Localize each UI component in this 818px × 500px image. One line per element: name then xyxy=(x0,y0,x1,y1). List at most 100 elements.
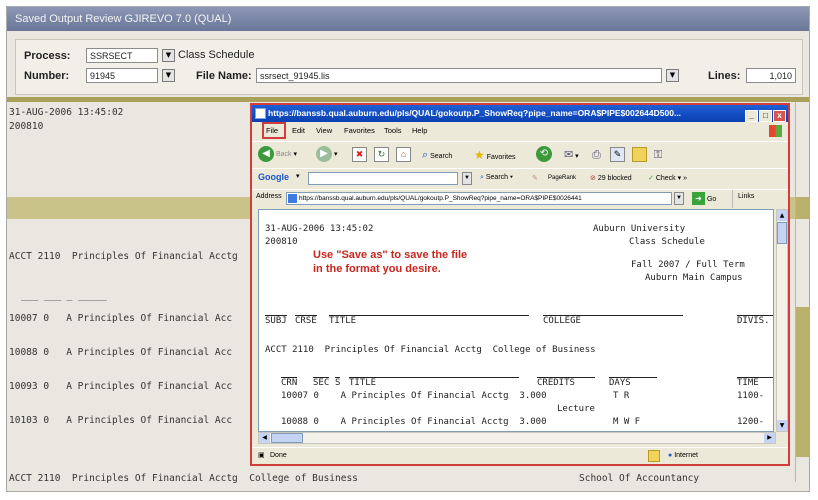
popup-blocker-icon: ⊘ xyxy=(590,175,596,182)
vertical-scrollbar[interactable]: ▲ ▼ xyxy=(776,209,788,432)
report-row-days: T R xyxy=(613,391,630,401)
scroll-up-arrow-icon[interactable]: ▲ xyxy=(777,210,787,221)
status-text: Done xyxy=(270,452,287,459)
olive-divider xyxy=(7,97,809,102)
links-button[interactable]: Links xyxy=(738,193,754,200)
lines-label: Lines: xyxy=(708,70,741,82)
back-button[interactable]: ◀ Back ▾ xyxy=(258,146,297,164)
minimize-button[interactable]: _ xyxy=(745,110,758,122)
menu-help[interactable]: Help xyxy=(412,126,427,135)
background-scrollbar[interactable] xyxy=(795,102,809,482)
search-button[interactable]: ⌕ Search xyxy=(422,146,452,166)
scroll-right-arrow-icon[interactable]: ▶ xyxy=(764,433,775,443)
stop-button[interactable]: ✖ xyxy=(352,146,367,164)
pagerank-indicator[interactable]: PageRank xyxy=(548,174,576,181)
go-arrow-icon: ➜ xyxy=(692,192,705,205)
ie-window: https://banssb.qual.auburn.edu/pls/QUAL/… xyxy=(250,103,790,466)
horizontal-scroll-thumb[interactable] xyxy=(271,433,303,443)
report-lecture-label: Lecture xyxy=(557,404,595,414)
horizontal-scrollbar[interactable]: ◀ ▶ xyxy=(258,432,776,444)
status-page-icon: ▣ xyxy=(258,452,265,459)
section-header-credits: CREDITS xyxy=(537,377,595,388)
close-button[interactable]: x xyxy=(773,110,786,122)
stop-icon: ✖ xyxy=(352,146,367,162)
home-icon: ⌂ xyxy=(396,146,411,162)
bg-row: 10088 0 A Principles Of Financial Acc xyxy=(9,347,233,358)
address-separator xyxy=(732,190,733,208)
print-icon: ⎙ xyxy=(592,149,601,161)
vertical-scroll-thumb[interactable] xyxy=(777,222,787,244)
folder-button[interactable] xyxy=(632,146,647,164)
mail-button[interactable]: ✉ ▾ xyxy=(564,146,579,166)
ie-title-bar[interactable]: https://banssb.qual.auburn.edu/pls/QUAL/… xyxy=(252,105,788,122)
address-dropdown-button[interactable]: ▼ xyxy=(674,192,684,205)
research-button[interactable]: ⚿ xyxy=(654,146,662,166)
annotation-line-2: in the format you desire. xyxy=(313,263,441,275)
process-field[interactable]: SSRSECT xyxy=(86,48,158,63)
scroll-left-arrow-icon[interactable]: ◀ xyxy=(259,433,270,443)
spell-check-button[interactable]: ✓ Check ▾ » xyxy=(648,174,687,182)
google-logo[interactable]: Google xyxy=(258,172,289,182)
file-name-dropdown-button[interactable]: ▼ xyxy=(666,69,679,82)
google-search-input[interactable] xyxy=(308,172,458,185)
report-row: 10007 0 A Principles Of Financial Acctg … xyxy=(281,391,547,401)
annotation-line-1: Use "Save as" to save the file xyxy=(313,249,468,261)
report-row-time: 1100- xyxy=(737,391,765,401)
header-title: TITLE xyxy=(329,315,529,326)
history-icon: ⟲ xyxy=(536,146,552,163)
scroll-down-arrow-icon[interactable]: ▼ xyxy=(777,420,787,431)
bg-dash-fragment: ___ ___ _ _____ xyxy=(21,290,107,301)
forward-button[interactable]: ▶ ▾ xyxy=(316,146,337,164)
check-icon: ✓ xyxy=(648,175,654,182)
report-term: 200810 xyxy=(265,237,298,247)
lines-field: 1,010 xyxy=(746,68,796,83)
lock-icon xyxy=(648,450,660,462)
file-name-label: File Name: xyxy=(196,70,252,82)
menu-edit[interactable]: Edit xyxy=(292,126,305,135)
edit-button[interactable]: ✎ xyxy=(610,146,625,164)
bg-row: 10007 0 A Principles Of Financial Acc xyxy=(9,313,233,324)
back-arrow-icon: ◀ xyxy=(258,146,274,163)
address-input[interactable]: https://banssb.qual.auburn.edu/pls/QUAL/… xyxy=(286,192,672,205)
home-button[interactable]: ⌂ xyxy=(396,146,411,164)
section-header-time: TIME xyxy=(737,377,773,388)
maximize-button[interactable]: □ xyxy=(759,110,772,122)
forward-arrow-icon: ▶ xyxy=(316,146,332,163)
menu-bar: File Edit View Favorites Tools Help xyxy=(252,124,788,140)
number-field[interactable]: 91945 xyxy=(86,68,158,83)
file-name-field[interactable]: ssrsect_91945.lis xyxy=(256,68,662,83)
report-row: 10088 0 A Principles Of Financial Acctg … xyxy=(281,417,547,427)
report-university: Auburn University xyxy=(593,224,686,234)
number-dropdown-button[interactable]: ▼ xyxy=(162,69,175,82)
folder-icon xyxy=(632,146,647,162)
header-divis: DIVIS. xyxy=(737,315,773,326)
refresh-button[interactable]: ↻ xyxy=(374,146,389,164)
menu-view[interactable]: View xyxy=(316,126,332,135)
print-button[interactable]: ⎙ xyxy=(592,146,601,166)
report-course-line: ACCT 2110 Principles Of Financial Acctg … xyxy=(265,345,596,355)
report-term-name: Fall 2007 / Full Term xyxy=(631,260,745,270)
mail-icon: ✉ xyxy=(564,149,574,161)
standard-toolbar: ◀ Back ▾ ▶ ▾ ✖ ↻ ⌂ ⌕ Search ★ Favorites … xyxy=(252,141,788,167)
bg-row: 10093 0 A Principles Of Financial Acc xyxy=(9,381,233,392)
google-search-button[interactable]: ⌕ Search ▾ xyxy=(480,174,513,182)
history-button[interactable]: ⟲ xyxy=(536,146,552,164)
report-campus: Auburn Main Campus xyxy=(645,273,743,283)
section-header-title: TITLE xyxy=(349,377,519,388)
file-menu-highlight xyxy=(262,122,286,139)
favorites-button[interactable]: ★ Favorites xyxy=(474,146,516,167)
google-dropdown-button[interactable]: ▼ xyxy=(462,172,472,185)
process-label: Process: xyxy=(24,50,71,62)
bg-bottom-line: ACCT 2110 Principles Of Financial Acctg … xyxy=(9,473,358,484)
popup-blocker[interactable]: ⊘ 29 blocked xyxy=(590,174,632,182)
report-timestamp: 31-AUG-2006 13:45:02 xyxy=(265,224,374,234)
menu-favorites[interactable]: Favorites xyxy=(344,126,375,135)
process-dropdown-button[interactable]: ▼ xyxy=(162,49,175,62)
report-row-days: M W F xyxy=(613,417,641,427)
news-icon[interactable]: ✎ xyxy=(532,174,538,182)
go-button[interactable]: ➜ Go xyxy=(692,192,716,205)
report-schedule-title: Class Schedule xyxy=(629,237,705,247)
menu-tools[interactable]: Tools xyxy=(384,126,402,135)
section-header-crn: CRN xyxy=(281,377,298,388)
google-search-icon: ⌕ xyxy=(480,174,484,181)
